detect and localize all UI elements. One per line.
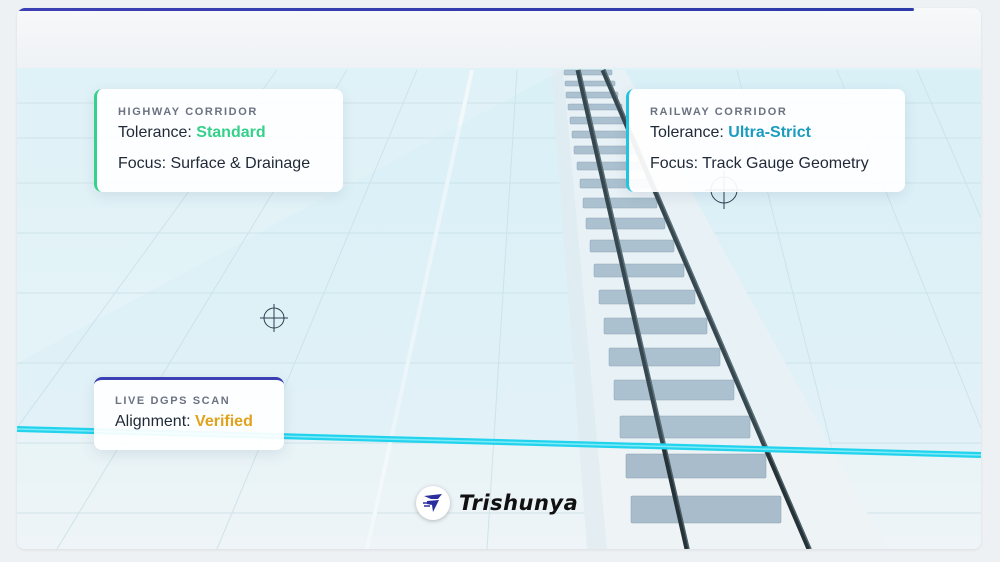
crosshair-icon bbox=[260, 304, 288, 332]
focus-line: Focus: Surface & Drainage bbox=[118, 155, 311, 172]
tolerance-line: Tolerance: Ultra-Strict bbox=[650, 124, 905, 142]
tolerance-line: Tolerance: Standard bbox=[118, 124, 343, 142]
card-title: RAILWAY CORRIDOR bbox=[650, 106, 788, 118]
tolerance-value: Standard bbox=[196, 124, 266, 141]
scene-frame: HIGHWAY CORRIDOR Tolerance: Standard Foc… bbox=[17, 8, 981, 549]
tolerance-label: Tolerance: bbox=[118, 124, 197, 141]
alignment-label: Alignment: bbox=[115, 413, 196, 430]
top-progress-bar bbox=[17, 8, 914, 11]
brand-logo: Trishunya bbox=[416, 485, 578, 521]
card-title: LIVE DGPS SCAN bbox=[115, 395, 231, 407]
alignment-value: Verified bbox=[195, 413, 253, 430]
live-dgps-scan-card: LIVE DGPS SCAN Alignment: Verified bbox=[94, 377, 284, 450]
railway-corridor-card: RAILWAY CORRIDOR Tolerance: Ultra-Strict… bbox=[626, 89, 905, 192]
trishunya-logo-icon bbox=[416, 486, 450, 520]
brand-name: Trishunya bbox=[459, 491, 579, 515]
tolerance-value: Ultra-Strict bbox=[728, 124, 811, 141]
tolerance-label: Tolerance: bbox=[650, 124, 729, 141]
focus-line: Focus: Track Gauge Geometry bbox=[650, 155, 869, 172]
alignment-line: Alignment: Verified bbox=[115, 413, 284, 431]
card-title: HIGHWAY CORRIDOR bbox=[118, 106, 258, 118]
highway-corridor-card: HIGHWAY CORRIDOR Tolerance: Standard Foc… bbox=[94, 89, 343, 192]
